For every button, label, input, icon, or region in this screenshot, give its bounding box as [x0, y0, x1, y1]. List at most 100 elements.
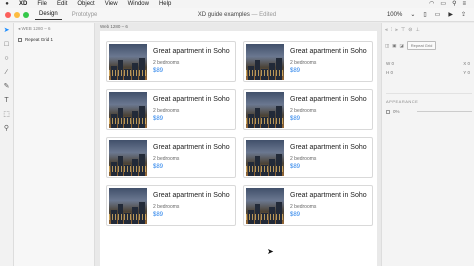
- layers-breadcrumb[interactable]: ◂ WEB 1280 – 6: [18, 26, 90, 32]
- listing-bedrooms: 2 bedrooms: [290, 204, 317, 210]
- play-icon[interactable]: ▶: [448, 11, 453, 18]
- listing-title: Great apartment in Soho: [153, 96, 230, 103]
- artboard-tool-icon[interactable]: ⬚: [2, 111, 12, 119]
- menu-edit[interactable]: Edit: [52, 0, 72, 8]
- mask-icon[interactable]: ◪: [400, 43, 404, 49]
- listing-card[interactable]: Great apartment in Soho 2 bedrooms $89: [243, 41, 373, 82]
- listing-title: Great apartment in Soho: [153, 48, 230, 55]
- w-field[interactable]: 0: [392, 61, 395, 66]
- listing-title: Great apartment in Soho: [153, 144, 230, 151]
- listing-price: $89: [290, 68, 301, 74]
- close-window-button[interactable]: [5, 11, 11, 18]
- device-preview-icon[interactable]: ▯: [423, 11, 426, 18]
- listing-card[interactable]: Great apartment in Soho 2 bedrooms $89: [243, 89, 373, 130]
- property-inspector: ⫷ ⫶ ⫸ ⊤ ⊝ ⊥ ◫ ▣ ◪ Repeat Grid W 0 X 0 H …: [381, 23, 474, 266]
- listing-bedrooms: 2 bedrooms: [290, 108, 317, 114]
- transform-fields: W 0 X 0 H 0 Y 0: [386, 61, 470, 79]
- opacity-value[interactable]: 0%: [393, 109, 400, 114]
- search-icon[interactable]: ⚲: [452, 0, 456, 8]
- tools-panel: ➤ □ ○ ∕ ✎ T ⬚ ⚲: [0, 23, 14, 266]
- pen-tool-icon[interactable]: ✎: [2, 83, 12, 91]
- x-field[interactable]: 0: [467, 61, 470, 66]
- listing-photo: [109, 92, 147, 128]
- opacity-checkbox[interactable]: [386, 109, 390, 114]
- align-left-icon[interactable]: ⫷: [385, 27, 388, 33]
- align-right-icon[interactable]: ⫸: [395, 27, 398, 33]
- desktop-icon[interactable]: ▭: [435, 11, 441, 18]
- menu-xd[interactable]: XD: [14, 0, 32, 8]
- tab-prototype[interactable]: Prototype: [68, 10, 102, 20]
- listing-bedrooms: 2 bedrooms: [153, 60, 180, 66]
- line-tool-icon[interactable]: ∕: [2, 69, 12, 77]
- listing-card[interactable]: Great apartment in Soho 2 bedrooms $89: [243, 137, 373, 178]
- select-tool-icon[interactable]: ➤: [2, 27, 12, 35]
- listing-title: Great apartment in Soho: [290, 192, 367, 199]
- menu-bar: ● XD File Edit Object View Window Help ◠…: [0, 0, 474, 8]
- listing-title: Great apartment in Soho: [290, 48, 367, 55]
- opacity-row: 0%: [386, 109, 472, 114]
- listing-photo: [109, 140, 147, 176]
- document-name: XD guide examples: [197, 11, 250, 18]
- menu-window[interactable]: Window: [123, 0, 154, 8]
- ellipse-tool-icon[interactable]: ○: [2, 55, 12, 63]
- listing-price: $89: [153, 68, 164, 74]
- share-icon[interactable]: ⇪: [461, 11, 466, 18]
- listing-card[interactable]: Great apartment in Soho 2 bedrooms $89: [106, 185, 236, 226]
- list-icon[interactable]: ≡: [462, 0, 466, 8]
- y-field[interactable]: 0: [467, 70, 470, 75]
- align-bottom-icon[interactable]: ⊥: [415, 27, 419, 33]
- x-label: X: [463, 61, 467, 66]
- rectangle-tool-icon[interactable]: □: [2, 41, 12, 49]
- title-bar: Design Prototype XD guide examples — Edi…: [0, 8, 474, 22]
- repeat-grid-icon: [18, 37, 22, 42]
- layer-item[interactable]: Repeat Grid 1: [18, 37, 90, 42]
- zoom-level[interactable]: 100%: [387, 12, 402, 18]
- listing-photo: [246, 44, 284, 80]
- zoom-tool-icon[interactable]: ⚲: [2, 125, 12, 133]
- wifi-icon[interactable]: ◠: [429, 0, 434, 8]
- lock-icon[interactable]: ◫: [385, 43, 389, 49]
- listing-price: $89: [290, 212, 301, 218]
- listing-bedrooms: 2 bedrooms: [290, 60, 317, 66]
- y-label: Y: [463, 70, 467, 75]
- title-separator: —: [251, 11, 258, 18]
- listing-price: $89: [153, 212, 164, 218]
- text-tool-icon[interactable]: T: [2, 97, 12, 105]
- menu-view[interactable]: View: [100, 0, 123, 8]
- canvas[interactable]: Web 1280 – 6 Great apartment in Soho 2 be…: [95, 23, 381, 266]
- w-label: W: [386, 61, 391, 66]
- listing-photo: [109, 44, 147, 80]
- group-icon[interactable]: ▣: [392, 43, 396, 49]
- listing-card[interactable]: Great apartment in Soho 2 bedrooms $89: [106, 89, 236, 130]
- listing-price: $89: [153, 116, 164, 122]
- listing-bedrooms: 2 bedrooms: [153, 156, 180, 162]
- listing-card[interactable]: Great apartment in Soho 2 bedrooms $89: [106, 137, 236, 178]
- battery-icon[interactable]: ▭: [440, 0, 446, 8]
- repeat-grid-button[interactable]: Repeat Grid: [406, 41, 437, 50]
- opacity-slider[interactable]: [416, 111, 472, 112]
- repeat-grid-row: ◫ ▣ ◪ Repeat Grid: [385, 41, 437, 50]
- h-field[interactable]: 0: [391, 70, 394, 75]
- listing-title: Great apartment in Soho: [153, 192, 230, 199]
- listing-card[interactable]: Great apartment in Soho 2 bedrooms $89: [243, 185, 373, 226]
- listing-photo: [109, 188, 147, 224]
- menu-file[interactable]: File: [32, 0, 52, 8]
- menu-help[interactable]: Help: [154, 0, 176, 8]
- listing-price: $89: [290, 116, 301, 122]
- layers-panel: ◂ WEB 1280 – 6 Repeat Grid 1: [14, 23, 95, 266]
- listing-card[interactable]: Great apartment in Soho 2 bedrooms $89: [106, 41, 236, 82]
- menu-object[interactable]: Object: [72, 0, 99, 8]
- minimize-window-button[interactable]: [14, 11, 20, 18]
- listing-price: $89: [290, 164, 301, 170]
- maximize-window-button[interactable]: [23, 11, 29, 18]
- h-label: H: [386, 70, 390, 75]
- tab-design[interactable]: Design: [35, 9, 62, 20]
- artboard-label[interactable]: Web 1280 – 6: [100, 24, 128, 29]
- artboard[interactable]: Great apartment in Soho 2 bedrooms $89 Grea…: [100, 31, 377, 266]
- layer-item-label: Repeat Grid 1: [25, 37, 54, 42]
- align-middle-icon[interactable]: ⊝: [408, 27, 412, 33]
- apple-icon[interactable]: ●: [0, 0, 14, 8]
- chevron-down-icon[interactable]: ⌄: [410, 11, 415, 18]
- align-top-icon[interactable]: ⊤: [401, 27, 405, 33]
- align-center-icon[interactable]: ⫶: [391, 27, 392, 33]
